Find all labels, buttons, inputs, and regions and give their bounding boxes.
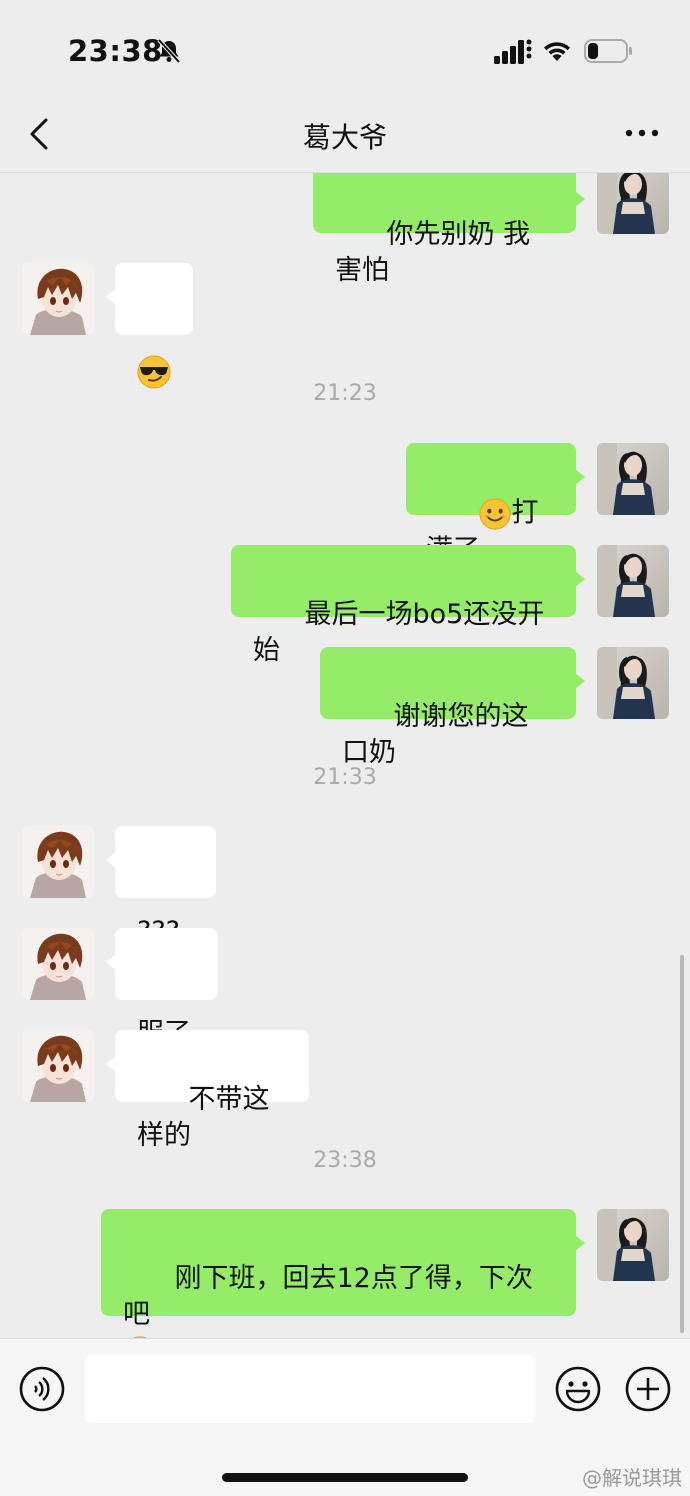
message-text: 你先别奶 我害怕 (335, 219, 531, 286)
message-bubble-sent[interactable]: 刚下班，回去12点了得，下次吧 (101, 1209, 585, 1316)
message-text: 不带这样的 (137, 1084, 270, 1151)
my-avatar[interactable] (597, 545, 669, 617)
message-bubble-received[interactable]: ??? (106, 826, 216, 947)
timestamp: 23:38 (313, 1148, 377, 1173)
battery-icon (584, 39, 632, 63)
plus-button[interactable] (624, 1365, 672, 1413)
watermark: @解说琪琪 (582, 1466, 682, 1490)
my-avatar[interactable] (597, 647, 669, 719)
message-bubble-received[interactable] (106, 263, 193, 335)
message-bubble-sent[interactable]: 打满了 (406, 443, 585, 565)
scrollbar[interactable] (680, 955, 684, 1333)
chat-header: 葛大爷 (0, 100, 690, 173)
my-avatar[interactable] (597, 443, 669, 515)
friend-avatar[interactable] (22, 263, 94, 335)
friend-avatar[interactable] (22, 826, 94, 898)
smile-emoji-icon (478, 497, 512, 531)
wifi-icon (544, 42, 570, 61)
chat-screen: 23:38 葛大爷 你先别奶 我害怕 21:23 打 最后一场bo5还没开始 谢… (0, 0, 690, 1496)
friend-avatar[interactable] (22, 1030, 94, 1102)
my-avatar[interactable] (597, 173, 669, 234)
signal-icon (494, 39, 532, 64)
timestamp: 21:33 (313, 765, 377, 790)
message-bubble-received[interactable]: 服了 (106, 928, 218, 1049)
message-text: 谢谢您的这口奶 (342, 701, 529, 768)
message-input[interactable] (85, 1355, 535, 1423)
my-avatar[interactable] (597, 1209, 669, 1281)
status-bar: 23:38 (0, 0, 690, 100)
status-time: 23:38 (68, 34, 163, 68)
more-options-button[interactable] (624, 118, 660, 148)
message-bubble-received[interactable]: 不带这样的 (106, 1030, 309, 1151)
message-bubble-sent[interactable]: 最后一场bo5还没开始 (231, 545, 585, 666)
emoji-button[interactable] (554, 1365, 602, 1413)
home-indicator[interactable] (222, 1473, 468, 1482)
friend-avatar[interactable] (22, 928, 94, 1000)
chat-title: 葛大爷 (302, 121, 387, 154)
voice-input-button[interactable] (18, 1365, 66, 1413)
message-text: 刚下班，回去12点了得，下次吧 (123, 1263, 533, 1330)
message-list[interactable]: 你先别奶 我害怕 21:23 打满了 最后一场bo5还没开始 谢谢您的这口奶 2… (0, 173, 690, 1338)
message-bubble-sent[interactable]: 谢谢您的这口奶 (320, 647, 585, 768)
timestamp: 21:23 (313, 381, 377, 406)
bell-slash-icon (157, 38, 181, 64)
message-bubble-sent[interactable]: 你先别奶 我害怕 (313, 173, 585, 286)
